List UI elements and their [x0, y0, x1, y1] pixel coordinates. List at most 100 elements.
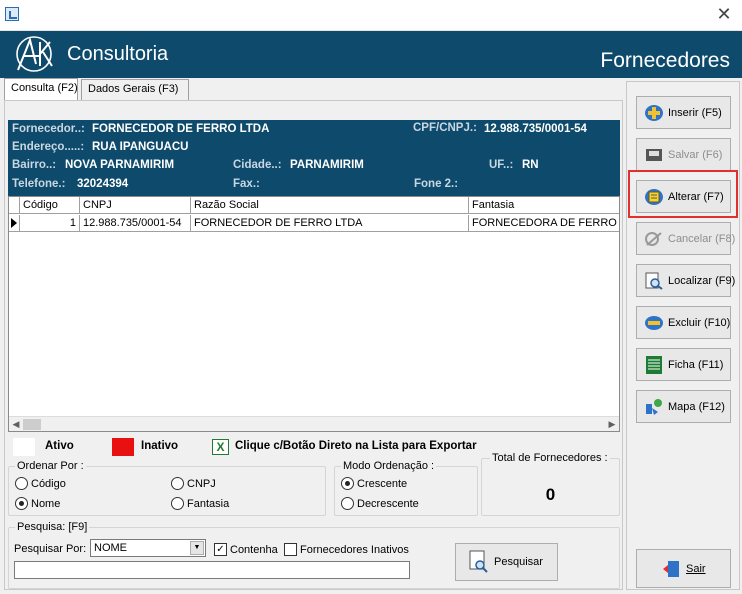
cpf-value: 12.988.735/0001-54: [484, 123, 587, 135]
button-label: Excluir (F10): [668, 316, 731, 329]
scroll-left-icon[interactable]: ◀: [11, 419, 21, 430]
sair-button[interactable]: Sair: [636, 549, 731, 588]
inativo-swatch: [112, 438, 134, 456]
app-chart-icon: [5, 7, 19, 21]
add-icon: [645, 104, 663, 121]
tab-consulta[interactable]: Consulta (F2): [4, 78, 78, 100]
fornecedor-label: Fornecedor..:: [12, 123, 85, 135]
radio-fantasia[interactable]: Fantasia: [171, 497, 229, 510]
uf-label: UF..:: [489, 159, 514, 171]
button-label: Localizar (F9): [668, 274, 736, 287]
scroll-right-icon[interactable]: ▶: [607, 419, 617, 430]
checkbox-box: ✓: [214, 543, 227, 556]
cidade-value: PARNAMIRIM: [290, 159, 364, 171]
delete-icon: [645, 315, 663, 330]
radio-codigo[interactable]: Código: [15, 477, 66, 490]
alterar-highlight: [628, 170, 738, 218]
button-label: Sair: [686, 562, 706, 575]
grid-header-razao[interactable]: Razão Social: [191, 197, 469, 214]
endereco-value: RUA IPANGUACU: [92, 141, 189, 153]
radio-label: Fantasia: [187, 497, 230, 510]
excluir-button[interactable]: Excluir (F10): [636, 306, 731, 339]
button-label: Ficha (F11): [668, 358, 724, 371]
ficha-button[interactable]: Ficha (F11): [636, 348, 731, 381]
checkbox-box: [284, 543, 297, 556]
button-label: Cancelar (F8): [668, 232, 736, 245]
grid-header-cnpj[interactable]: CNPJ: [80, 197, 191, 214]
salvar-button[interactable]: Salvar (F6): [636, 138, 731, 171]
pesquisar-button[interactable]: Pesquisar: [455, 543, 558, 581]
cancel-icon: [645, 231, 662, 246]
select-value: NOME: [94, 542, 127, 554]
inativo-label: Inativo: [141, 440, 179, 452]
scroll-thumb[interactable]: [23, 419, 41, 430]
telefone-label: Telefone.:: [12, 178, 66, 190]
map-icon: [646, 398, 662, 415]
mapa-button[interactable]: Mapa (F12): [636, 390, 731, 423]
brand-name: Consultoria: [67, 43, 169, 65]
cancelar-button[interactable]: Cancelar (F8): [636, 222, 735, 255]
total-title: Total de Fornecedores :: [490, 452, 610, 464]
modo-title: Modo Ordenação :: [341, 460, 437, 472]
radio-label: Decrescente: [357, 497, 419, 510]
radio-dot: [171, 497, 184, 510]
action-sidebar: Inserir (F5) Salvar (F6) Alterar (F7) Ca…: [626, 81, 740, 590]
title-bar: ✕: [0, 0, 742, 31]
sheet-icon: [646, 355, 662, 374]
table-row-fantasia[interactable]: FORNECEDORA DE FERRO L: [469, 215, 619, 232]
radio-cnpj[interactable]: CNPJ: [171, 477, 216, 490]
radio-dot: [341, 497, 354, 510]
export-hint: Clique c/Botão Direto na Lista para Expo…: [235, 440, 477, 452]
chevron-down-icon[interactable]: ▼: [190, 541, 204, 555]
radio-dot: [171, 477, 184, 490]
grid-header-fantasia[interactable]: Fantasia: [469, 197, 619, 214]
uf-value: RN: [522, 159, 539, 171]
radio-crescente[interactable]: Crescente: [341, 477, 407, 490]
tab-dados-gerais[interactable]: Dados Gerais (F3): [81, 79, 189, 100]
cidade-label: Cidade..:: [233, 159, 282, 171]
grid-indicator-header: [9, 197, 20, 214]
table-row-codigo[interactable]: 1: [20, 215, 80, 232]
exit-door-icon: [663, 560, 679, 577]
contenha-checkbox[interactable]: ✓ Contenha: [214, 543, 278, 556]
table-row-razao[interactable]: FORNECEDOR DE FERRO LTDA: [191, 215, 469, 232]
radio-label: CNPJ: [187, 477, 216, 490]
suppliers-grid[interactable]: Código CNPJ Razão Social Fantasia 1 12.9…: [8, 196, 620, 432]
radio-label: Nome: [31, 497, 61, 510]
supplier-info: Fornecedor..: FORNECEDOR DE FERRO LTDA C…: [8, 120, 620, 196]
button-label: Mapa (F12): [668, 400, 725, 413]
button-label: Pesquisar: [494, 556, 543, 568]
search-input[interactable]: [14, 561, 410, 579]
radio-decrescente[interactable]: Decrescente: [341, 497, 419, 510]
pesquisar-por-select[interactable]: NOME ▼: [90, 539, 206, 557]
telefone-value: 32024394: [77, 178, 129, 190]
pesquisa-title: Pesquisa: [F9]: [15, 521, 90, 533]
fone2-label: Fone 2.:: [414, 178, 459, 190]
horizontal-scrollbar[interactable]: ◀ ▶: [9, 416, 619, 431]
total-group: Total de Fornecedores : 0: [481, 452, 620, 516]
radio-label: Crescente: [357, 477, 408, 490]
fax-label: Fax.:: [233, 178, 260, 190]
cpf-label: CPF/CNPJ.:: [413, 122, 477, 134]
radio-label: Código: [31, 477, 66, 490]
radio-dot: [15, 477, 28, 490]
bairro-value: NOVA PARNAMIRIM: [65, 159, 175, 171]
button-label: Inserir (F5): [668, 106, 722, 119]
ordenar-title: Ordenar Por :: [15, 460, 86, 472]
logo-icon: [16, 36, 53, 72]
inserir-button[interactable]: Inserir (F5): [636, 96, 731, 129]
radio-nome[interactable]: Nome: [15, 497, 60, 510]
grid-header-codigo[interactable]: Código: [20, 197, 80, 214]
search-doc-icon: [469, 550, 488, 573]
close-icon[interactable]: ✕: [714, 5, 734, 25]
localizar-button[interactable]: Localizar (F9): [636, 264, 735, 297]
module-title: Fornecedores: [600, 49, 730, 72]
radio-dot: [15, 497, 28, 510]
checkbox-label: Contenha: [230, 543, 278, 556]
save-icon: [646, 148, 662, 161]
ativo-swatch: [13, 438, 35, 456]
table-row-cnpj[interactable]: 12.988.735/0001-54: [80, 215, 191, 232]
inativos-checkbox[interactable]: Fornecedores Inativos: [284, 543, 409, 556]
checkbox-label: Fornecedores Inativos: [300, 543, 409, 556]
row-pointer-icon: [9, 215, 20, 232]
